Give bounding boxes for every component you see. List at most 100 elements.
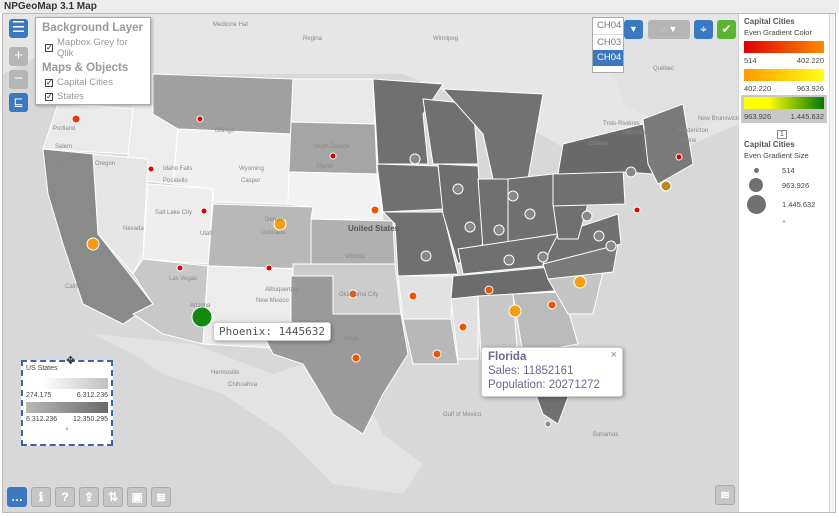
state-arkansas (397, 275, 454, 320)
zoom-out-button[interactable]: − (9, 70, 28, 89)
gradient-bar-2[interactable] (744, 69, 824, 81)
refresh-button[interactable]: ⇅ (103, 487, 123, 507)
lasso-icon: ◌ ▼ (660, 24, 678, 34)
gradient-bar-1[interactable] (744, 41, 824, 53)
florida-popup: Florida Sales: 11852161 Population: 2027… (481, 347, 623, 397)
collapse-up-icon[interactable]: ▲ (744, 218, 824, 225)
question-icon: ? (61, 490, 69, 504)
range-from: 514 (744, 56, 757, 65)
popup-population: Population: 20271272 (488, 379, 600, 391)
map-label: Oklahoma City (339, 292, 379, 298)
layer-label: Capital Cities (57, 77, 113, 88)
dropdown-option-ch04[interactable]: CH04 (593, 50, 623, 66)
gradient-bar-3[interactable] (744, 97, 824, 109)
city-marker (200, 207, 208, 215)
range-from: 963.926 (744, 112, 772, 121)
popup-sales: Sales: 11852161 (488, 365, 574, 377)
map-label: Québec (653, 66, 675, 72)
range-to: 963.926 (796, 84, 824, 93)
map-label: Bahamas (593, 432, 619, 438)
checkbox-checked-icon[interactable]: ✓ (45, 78, 53, 87)
map-label: California (65, 284, 91, 290)
map-label: Denver (265, 217, 285, 223)
layer-capital-cities[interactable]: ✓ Capital Cities (45, 77, 144, 88)
map-label: Idaho Falls (163, 166, 193, 172)
legend-title: Capital Cities (744, 17, 795, 26)
report-button[interactable]: ≣ (151, 487, 171, 507)
city-marker (675, 153, 683, 161)
layer-label: States (57, 91, 84, 102)
export-button[interactable]: ⇪ (79, 487, 99, 507)
checkbox-checked-icon[interactable]: ✓ (45, 44, 53, 52)
phoenix-tooltip: Phoenix: 1445632 (213, 322, 331, 341)
map-label: Wyoming (239, 166, 264, 172)
map-label: United States (348, 224, 400, 233)
map-label: Ottawa (589, 141, 609, 147)
confirm-selection-button[interactable]: ✔ (717, 20, 736, 39)
legend-panel: Capital Cities Even Gradient Color 514 40… (739, 14, 829, 512)
maps-objects-heading: Maps & Objects (42, 62, 129, 74)
help-button[interactable]: ? (55, 487, 75, 507)
city-marker (573, 275, 587, 289)
field-selector-dropdown[interactable]: CH04 CH03 CH04 (592, 17, 624, 73)
range-to: 12.350.295 (72, 416, 108, 423)
layer-mapbox-grey[interactable]: ✓ Mapbox Grey for Qlik (45, 37, 144, 59)
map-label: Pocatello (163, 178, 188, 184)
collapse-up-icon[interactable]: ▲ (26, 426, 108, 432)
city-marker (370, 205, 380, 215)
state-north-dakota (290, 78, 376, 125)
city-marker (581, 210, 593, 222)
range-from: 274.175 (26, 392, 52, 399)
map-label: Las Vegas (169, 276, 198, 282)
move-cursor-icon[interactable]: ✥ (66, 354, 75, 367)
hamburger-icon: ☰ (11, 19, 26, 36)
dropdown-toggle[interactable]: ▼ (624, 20, 643, 39)
city-marker (452, 183, 464, 195)
background-layer-heading: Background Layer (42, 22, 143, 34)
image-icon: ▣ (131, 490, 143, 504)
city-marker (176, 264, 184, 272)
refresh-icon: ⇅ (107, 490, 119, 504)
info-button[interactable]: ℹ (31, 487, 51, 507)
close-icon[interactable]: × (611, 348, 617, 362)
state-montana (152, 73, 294, 135)
city-marker (147, 165, 155, 173)
map-label: South Dakota (313, 144, 350, 150)
size-circle-medium-icon (749, 178, 763, 192)
more-button[interactable]: … (7, 487, 27, 507)
state-iowa (376, 163, 444, 213)
map-label: Medicine Hat (213, 22, 249, 28)
map-label: New Brunswick (698, 116, 740, 122)
dropdown-option-ch03[interactable]: CH03 (593, 34, 623, 50)
layer-states[interactable]: ✓ States (45, 91, 144, 102)
map-label: Regina (303, 36, 323, 42)
map-label: Arizona (190, 303, 211, 309)
caret-down-icon: ▼ (629, 24, 638, 34)
range-from: 6.312.236 (26, 416, 58, 423)
city-marker (537, 251, 549, 263)
map-label: Texas (343, 336, 359, 342)
map-label: Gulf of Mexico (443, 412, 482, 418)
us-gradient-1 (26, 378, 108, 389)
menu-button[interactable]: ☰ (9, 19, 28, 38)
home-extent-button[interactable]: ⊑ (9, 93, 28, 112)
legend-size-title: Capital Cities (744, 140, 795, 149)
map-label: Hermosillo (211, 370, 240, 376)
city-marker (524, 208, 536, 220)
checkbox-checked-icon[interactable]: ✓ (45, 92, 53, 101)
state-louisiana (402, 318, 459, 365)
map-label: Chihuahua (228, 382, 258, 388)
city-marker (408, 291, 418, 301)
window-title: NPGeoMap 3.1 Map (0, 0, 839, 13)
lasso-select-button[interactable]: ◌ ▼ (648, 20, 690, 39)
city-marker (86, 237, 100, 251)
zoom-in-button[interactable]: + (9, 47, 28, 66)
image-button[interactable]: ▣ (127, 487, 147, 507)
city-marker (351, 353, 361, 363)
range-to: 1.445.632 (790, 112, 824, 121)
legend-scrollbar[interactable] (829, 14, 835, 512)
city-marker (503, 254, 515, 266)
layers-button[interactable]: ≋ (715, 485, 735, 505)
us-states-legend[interactable]: US States 274.175 6.312.236 6.312.236 12.3… (21, 360, 113, 446)
location-button[interactable]: ⌖ (694, 20, 713, 39)
